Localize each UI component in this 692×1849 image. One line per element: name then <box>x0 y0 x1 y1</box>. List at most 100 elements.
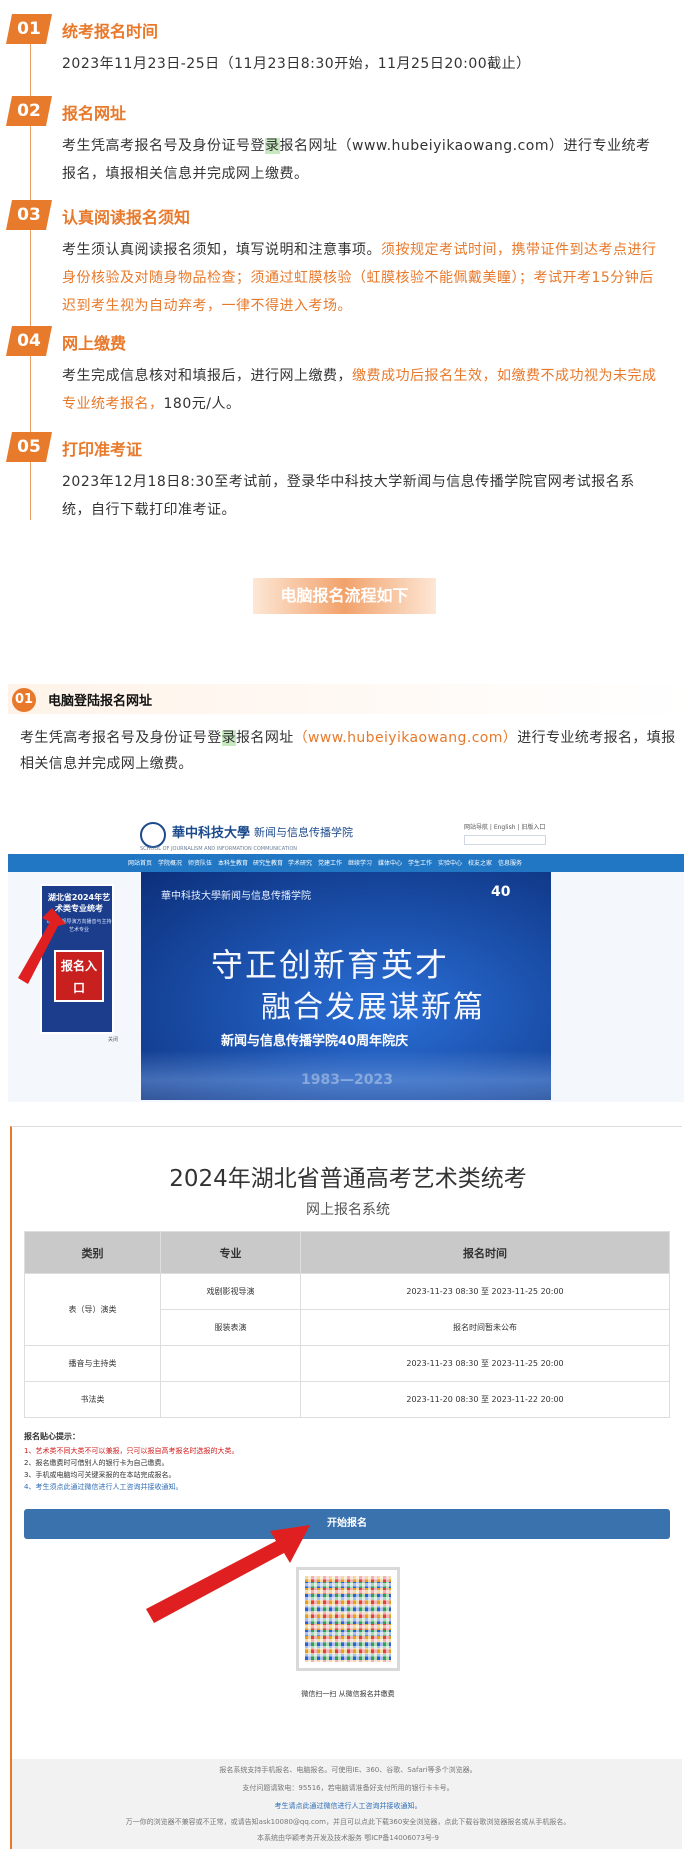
nav-item[interactable]: 学院概况 <box>158 858 182 867</box>
side-ad-close[interactable]: 关闭 <box>108 1036 118 1043</box>
step-number: 01 <box>6 14 52 44</box>
department-english-name: SCHOOL OF JOURNALISM AND INFORMATION COM… <box>140 846 298 852</box>
nav-item[interactable]: 实验中心 <box>438 858 462 867</box>
major-cell: 服装表演 <box>160 1309 301 1346</box>
major-cell <box>160 1345 301 1382</box>
anniversary-mark: 40 <box>491 884 511 900</box>
step-title: 网上缴费 <box>62 334 127 353</box>
qr-code <box>296 1567 400 1671</box>
section-banner: 电脑报名流程如下 <box>253 578 436 614</box>
step-text: 2023年12月18日8:30至考试前，登录华中科技大学新闻与信息传播学院官网考… <box>62 468 662 524</box>
qr-code-icon <box>305 1576 391 1662</box>
column-header: 专业 <box>160 1231 301 1274</box>
footer-link[interactable]: 考生请点此通过微信进行人工咨询并接收通知。 <box>12 1801 682 1811</box>
department-name: 新闻与信息传播学院 <box>254 826 353 839</box>
tips-list: 1、艺术类不同大类不可以兼报，只可以报自高考报名时选报的大类。 2、报名缴费时可… <box>24 1445 238 1493</box>
registration-subtitle: 网上报名系统 <box>306 1202 390 1218</box>
footer-line: 万一你的浏览器不兼容或不正常，或请告知ask10080@qq.com，并且可以点… <box>125 1818 571 1826</box>
time-cell: 2023-11-23 08:30 至 2023-11-25 20:00 <box>300 1345 670 1382</box>
category-cell: 表（导）演类 <box>24 1273 161 1346</box>
time-cell: 2023-11-20 08:30 至 2023-11-22 20:00 <box>300 1381 670 1418</box>
text-part: 考生须认真阅读报名须知，填写说明和注意事项。 <box>62 242 381 258</box>
table-row: 表（导）演类 戏剧影视导演 2023-11-23 08:30 至 2023-11… <box>24 1273 670 1346</box>
highlight-mark: 录 <box>265 138 280 154</box>
tip-item: 3、手机或电脑均可关键采报的在本站完成报名。 <box>24 1471 176 1479</box>
hero-logo-text: 華中科技大學新闻与信息传播学院 <box>161 891 311 902</box>
site-nav-bar: 网站首页 学院概况 师资队伍 本科生教育 研究生教育 学术研究 党建工作 继续学… <box>8 854 684 872</box>
text-part: 考生凭高考报名号及身份证号登 <box>62 138 265 154</box>
school-name: 華中科技大學 <box>172 826 251 841</box>
text-part: 考生完成信息核对和填报后，进行网上缴费， <box>62 368 352 384</box>
website-screenshot: 華中科技大學 新闻与信息传播学院 SCHOOL OF JOURNALISM AN… <box>8 812 684 1102</box>
table-header-row: 类别 专业 报名时间 <box>24 1231 670 1274</box>
school-logo-icon[interactable] <box>140 822 166 848</box>
top-links[interactable]: 网站导航 | English | 旧版入口 <box>464 822 545 831</box>
sub-section-title: 电脑登陆报名网址 <box>48 694 153 709</box>
tips-title: 报名贴心提示： <box>24 1432 80 1441</box>
time-cell: 报名时间暂未公布 <box>300 1309 670 1346</box>
registration-table: 类别 专业 报名时间 表（导）演类 戏剧影视导演 2023-11-23 08:3… <box>24 1231 670 1418</box>
red-arrow-icon <box>18 908 66 984</box>
table-row: 书法类 2023-11-20 08:30 至 2023-11-22 20:00 <box>24 1381 670 1418</box>
step-text: 2023年11月23日-25日（11月23日8:30开始，11月25日20:00… <box>62 50 662 78</box>
nav-item[interactable]: 学生工作 <box>408 858 432 867</box>
footer-line: 报名系统支持手机报名、电脑报名。可使用IE、360、谷歌、Safari等多个浏览… <box>219 1766 477 1774</box>
nav-item[interactable]: 网站首页 <box>128 858 152 867</box>
step-number: 02 <box>6 96 52 126</box>
text-part: 考生凭高考报名号及身份证号登 <box>20 730 222 746</box>
start-registration-button[interactable]: 开始报名 <box>24 1509 670 1539</box>
nav-item[interactable]: 信息服务 <box>498 858 522 867</box>
text-part: 180元/人。 <box>163 396 241 412</box>
registration-title: 2024年湖北省普通高考艺术类统考 <box>169 1166 527 1192</box>
nav-item[interactable]: 继续学习 <box>348 858 372 867</box>
highlight-mark: 录 <box>221 730 237 746</box>
step-text: 考生须认真阅读报名须知，填写说明和注意事项。须按规定考试时间，携带证件到达考点进… <box>62 236 662 320</box>
step-number: 03 <box>6 200 52 230</box>
column-header: 类别 <box>24 1231 161 1274</box>
site-header: 華中科技大學 新闻与信息传播学院 SCHOOL OF JOURNALISM AN… <box>8 812 684 854</box>
tip-item: 1、艺术类不同大类不可以兼报，只可以报自高考报名时选报的大类。 <box>24 1447 239 1455</box>
step-number: 04 <box>6 326 52 356</box>
step-text: 考生完成信息核对和填报后，进行网上缴费，缴费成功后报名生效，如缴费不成功视为未完… <box>62 362 662 418</box>
qr-caption: 微信扫一扫 从微信报名并缴费 <box>301 1690 395 1698</box>
nav-item[interactable]: 研究生教育 <box>253 858 283 867</box>
major-cell <box>160 1381 301 1418</box>
text-part: 报名网址 <box>236 730 294 746</box>
registration-footer: 报名系统支持手机报名、电脑报名。可使用IE、360、谷歌、Safari等多个浏览… <box>12 1759 682 1849</box>
footer-line: 支付问题请致电：95516，若电脑请准备好支付所用的银行卡卡号。 <box>242 1784 454 1792</box>
step-title: 统考报名时间 <box>62 22 159 41</box>
step-title: 报名网址 <box>62 104 127 123</box>
major-cell: 戏剧影视导演 <box>160 1273 301 1310</box>
step-title: 认真阅读报名须知 <box>62 208 191 227</box>
nav-item[interactable]: 媒体中心 <box>378 858 402 867</box>
footer-line: 本系统由华颖考务开发及技术服务 鄂ICP备14006073号-9 <box>256 1834 439 1842</box>
hero-years: 1983—2023 <box>301 1072 393 1088</box>
text-part: 2023年12月18日8:30至考试前，登录华中科技大学新闻与信息传播学院官网考… <box>62 474 635 518</box>
category-cell: 播音与主持类 <box>24 1345 161 1382</box>
hero-slogan-line1: 守正创新育英才 <box>211 946 450 984</box>
tip-item: 2、报名缴费时可借别人的银行卡为自己缴费。 <box>24 1459 169 1467</box>
tip-item-link[interactable]: 4、考生须点此通过微信进行人工咨询并接收通知。 <box>24 1481 238 1493</box>
category-cell: 书法类 <box>24 1381 161 1418</box>
column-header: 报名时间 <box>300 1231 670 1274</box>
hero-slogan-line2: 融合发展谋新篇 <box>261 990 485 1025</box>
step-title: 打印准考证 <box>62 440 143 459</box>
sub-section-header: 01 电脑登陆报名网址 <box>8 684 692 714</box>
step-text: 考生凭高考报名号及身份证号登录报名网址（www.hubeiyikaowang.c… <box>62 132 662 188</box>
table-row: 播音与主持类 2023-11-23 08:30 至 2023-11-25 20:… <box>24 1345 670 1382</box>
hero-subtitle: 新闻与信息传播学院40周年院庆 <box>221 1034 409 1049</box>
step-text-line: 2023年11月23日-25日（11月23日8:30开始，11月25日20:00… <box>62 56 531 72</box>
nav-item[interactable]: 校友之家 <box>468 858 492 867</box>
registration-system-screenshot: 2024年湖北省普通高考艺术类统考 网上报名系统 类别 专业 报名时间 表（导）… <box>10 1126 682 1849</box>
nav-item[interactable]: 本科生教育 <box>218 858 248 867</box>
nav-item[interactable]: 师资队伍 <box>188 858 212 867</box>
sub-section-number: 01 <box>12 688 36 712</box>
site-search-input[interactable] <box>464 835 546 845</box>
nav-item[interactable]: 党建工作 <box>318 858 342 867</box>
step-number: 05 <box>6 432 52 462</box>
sub-section-text: 考生凭高考报名号及身份证号登录报名网址（www.hubeiyikaowang.c… <box>20 725 680 777</box>
hero-banner[interactable]: 華中科技大學新闻与信息传播学院 40 守正创新育英才 融合发展谋新篇 新闻与信息… <box>141 872 551 1100</box>
steps-section: 01 统考报名时间 2023年11月23日-25日（11月23日8:30开始，1… <box>0 0 692 540</box>
nav-item[interactable]: 学术研究 <box>288 858 312 867</box>
registration-url-link[interactable]: （www.hubeiyikaowang.com） <box>294 730 518 746</box>
